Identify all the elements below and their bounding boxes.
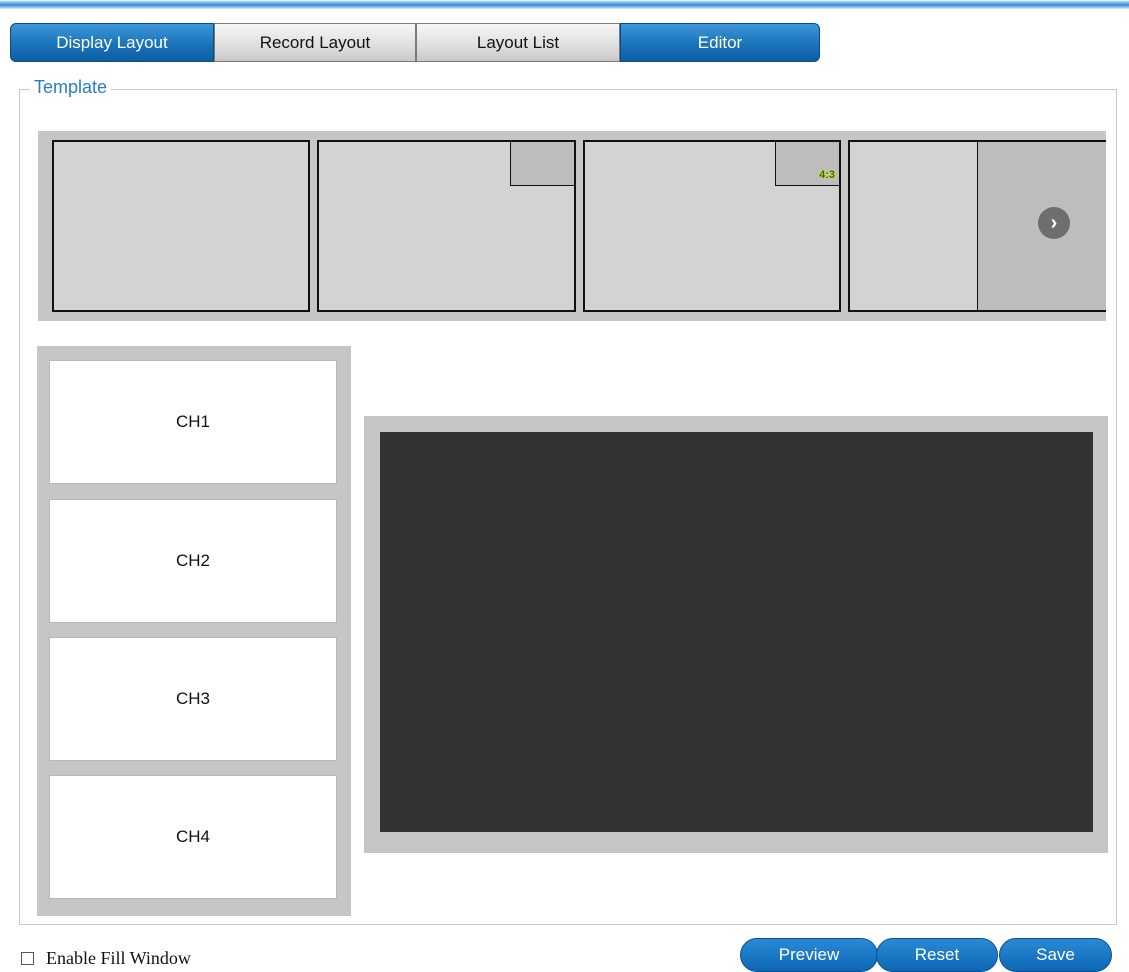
channel-label: CH3 [175,689,210,708]
save-button[interactable]: Save [999,938,1112,972]
tab-editor[interactable]: Editor [620,23,820,62]
channel-label: CH1 [175,412,210,431]
pip-window [510,142,574,186]
tab-bar: Display Layout Record Layout Layout List… [10,23,820,62]
pip-window: 4:3 [775,142,839,186]
channel-item-ch2[interactable]: CH2 [49,499,337,623]
layout-preview-screen[interactable] [380,432,1093,832]
channel-label: CH2 [175,551,210,570]
layout-preview-frame [364,416,1108,853]
tab-display-layout[interactable]: Display Layout [10,23,214,62]
aspect-ratio-badge: 4:3 [819,169,835,181]
tab-record-layout[interactable]: Record Layout [214,23,416,62]
enable-fill-window-checkbox[interactable] [21,952,34,965]
chevron-right-icon[interactable]: › [1038,207,1070,239]
top-accent-bar [0,0,1129,9]
channel-item-ch1[interactable]: CH1 [49,360,337,484]
template-thumb-pip-4-3[interactable]: 4:3 [583,140,841,312]
tab-layout-list[interactable]: Layout List [416,23,620,62]
channel-item-ch3[interactable]: CH3 [49,637,337,761]
template-thumb-pip[interactable] [317,140,576,312]
enable-fill-window-label: Enable Fill Window [46,948,191,968]
channel-item-ch4[interactable]: CH4 [49,775,337,899]
channel-list: CH1 CH2 CH3 CH4 [37,346,351,916]
enable-fill-window-option: Enable Fill Window [21,948,191,969]
template-legend: Template [30,77,112,98]
preview-button[interactable]: Preview [740,938,878,972]
template-strip: 4:3 › [38,131,1106,321]
template-thumb-single[interactable] [52,140,310,312]
reset-button[interactable]: Reset [876,938,998,972]
channel-label: CH4 [175,827,210,846]
